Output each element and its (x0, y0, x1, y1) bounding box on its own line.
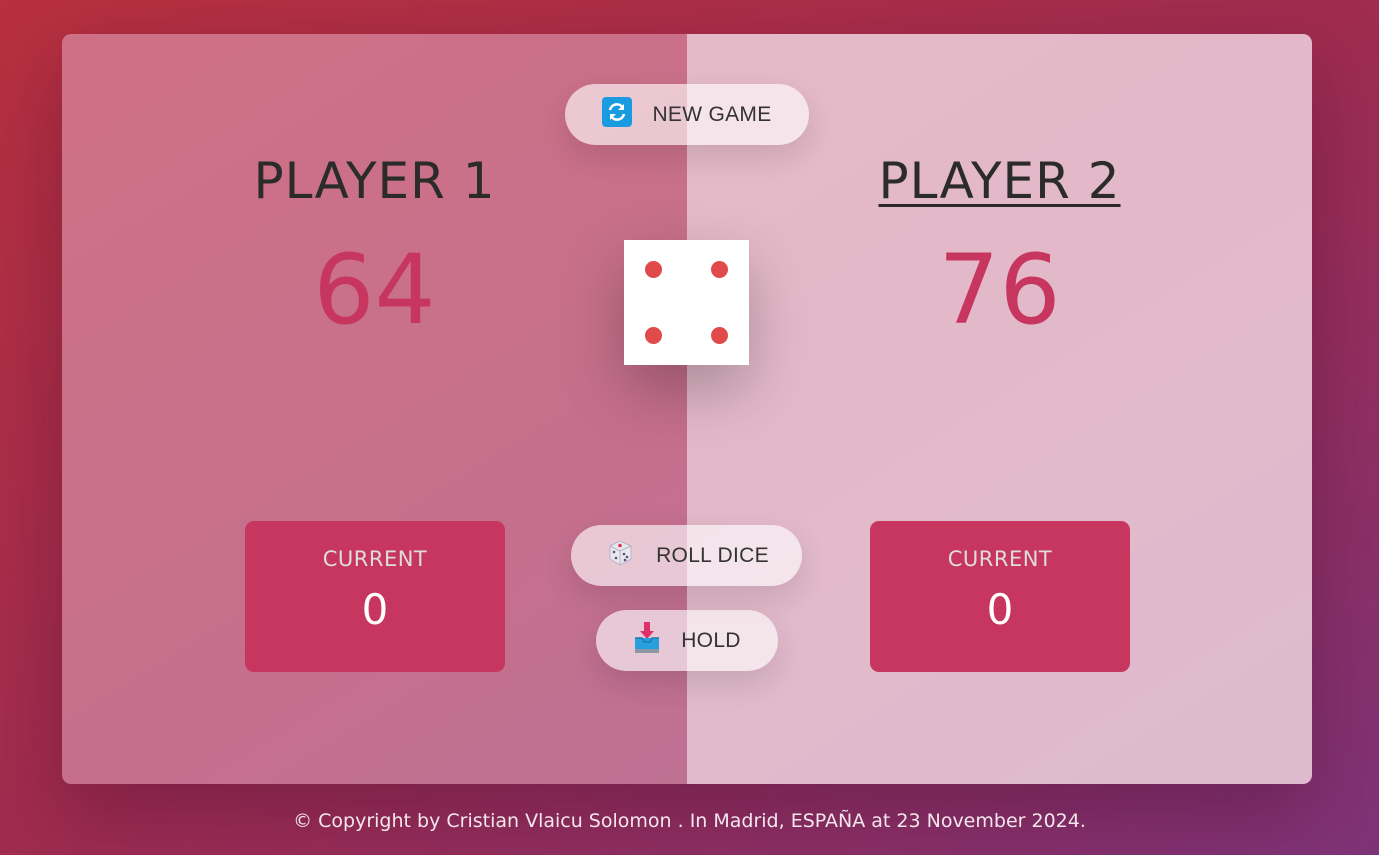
hold-label: HOLD (681, 628, 741, 652)
footer-copyright: © Copyright by Cristian Vlaicu Solomon .… (293, 810, 1086, 832)
player-2-current-score: 0 (986, 585, 1014, 634)
player-1-panel: PLAYER 1 64 CURRENT 0 (62, 34, 687, 784)
player-2-name: PLAYER 2 (878, 152, 1121, 210)
player-1-total-score: 64 (313, 234, 436, 346)
player-2-panel: PLAYER 2 76 CURRENT 0 (687, 34, 1312, 784)
player-1-current-label: CURRENT (322, 547, 428, 571)
dice (624, 240, 749, 365)
dice-icon (604, 537, 636, 575)
new-game-label: NEW GAME (652, 102, 772, 126)
player-1-current-box: CURRENT 0 (245, 521, 505, 672)
game-board: PLAYER 1 64 CURRENT 0 PLAYER 2 76 CURREN… (62, 34, 1312, 784)
roll-dice-button[interactable]: ROLL DICE (571, 525, 802, 586)
roll-dice-label: ROLL DICE (656, 543, 769, 567)
dice-pip (645, 327, 662, 344)
player-1-name: PLAYER 1 (253, 152, 496, 210)
new-game-button[interactable]: NEW GAME (565, 84, 809, 145)
hold-button[interactable]: HOLD (596, 610, 778, 671)
inbox-tray-icon (633, 621, 661, 660)
refresh-icon (602, 96, 633, 133)
dice-pip (711, 261, 728, 278)
player-2-current-label: CURRENT (947, 547, 1053, 571)
dice-pip (711, 327, 728, 344)
player-2-current-box: CURRENT 0 (870, 521, 1130, 672)
dice-pip (645, 261, 662, 278)
player-2-total-score: 76 (938, 234, 1061, 346)
player-1-current-score: 0 (361, 585, 389, 634)
